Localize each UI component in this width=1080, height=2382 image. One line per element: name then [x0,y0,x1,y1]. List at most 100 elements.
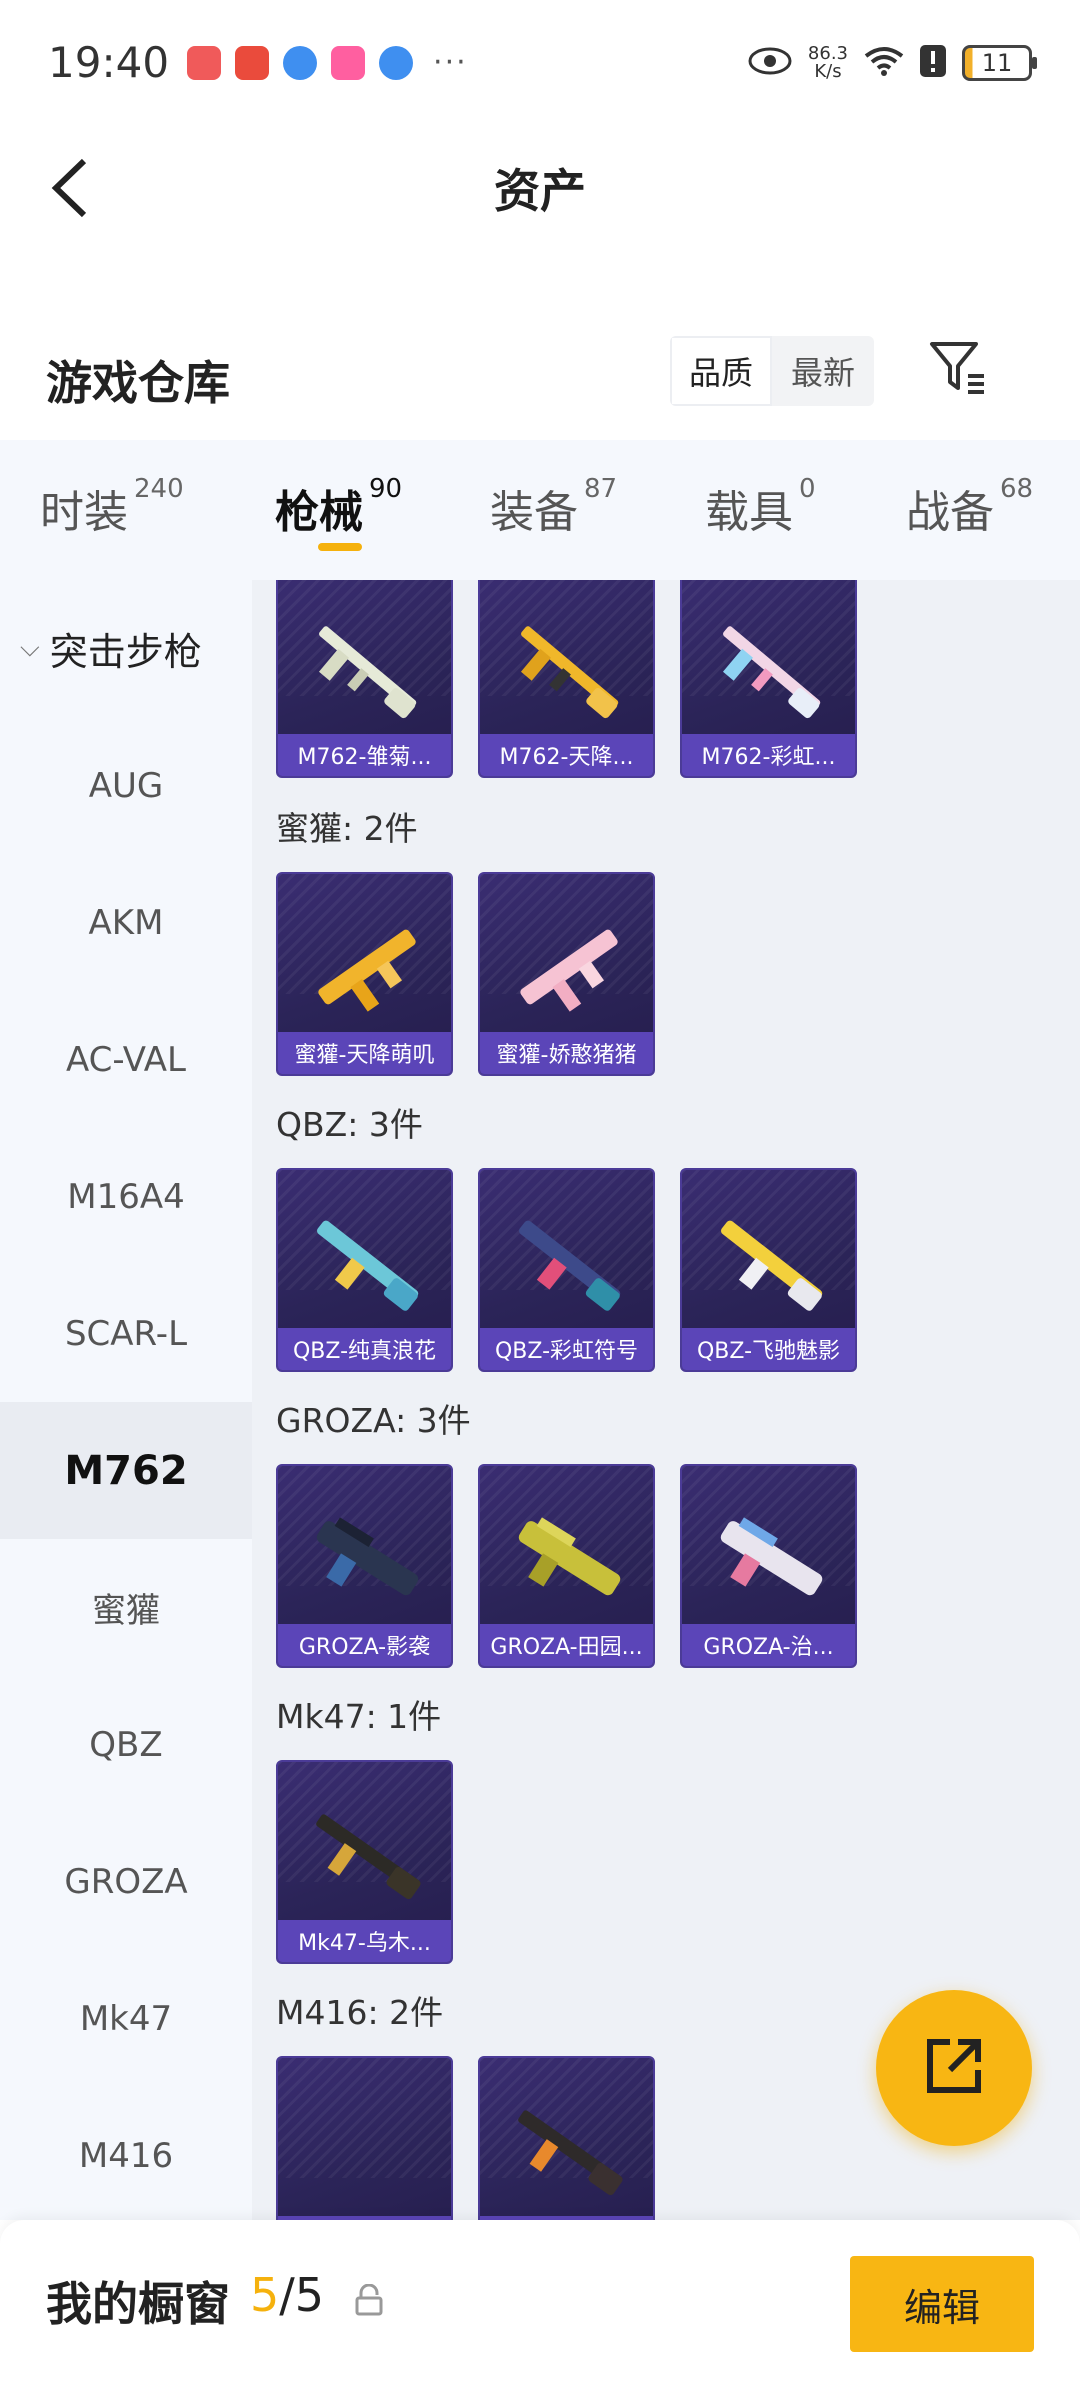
sidebar-item-honey-badger[interactable]: 蜜獾 [0,1539,252,1676]
weapon-card[interactable]: 蜜獾-娇憨猪猪 [478,872,655,1076]
edit-button[interactable]: 编辑 [850,2256,1034,2352]
sidebar-item-aug[interactable]: AUG [0,717,252,854]
browser-notification-icon [283,45,318,80]
tab-label: 载具 [705,487,793,538]
tab-firearms[interactable]: 枪械 90 [275,474,403,540]
showcase-count: 5/5 [250,2268,324,2322]
weapon-card[interactable]: QBZ-纯真浪花 [276,1168,453,1372]
showcase-current: 5 [250,2268,280,2322]
weapon-card-label: 蜜獾-天降萌叽 [278,1032,451,1074]
app-notification-icon [187,45,222,80]
warehouse-title: 游戏仓库 [46,356,230,410]
external-link-icon [922,2034,986,2102]
rifle-icon [721,1220,823,1311]
weapon-card-label: QBZ-纯真浪花 [278,1328,451,1370]
network-speed-unit: K/s [814,60,842,82]
page-title: 资产 [494,163,586,218]
sidebar-group-assault-rifles[interactable]: ⌵ 突击步枪 [0,580,252,717]
weapon-card[interactable]: QBZ-彩虹符号 [478,1168,655,1372]
app-notification-icon [235,45,270,80]
tab-count: 87 [584,474,618,504]
share-button[interactable] [876,1990,1032,2146]
weapon-card[interactable] [276,2056,453,2220]
category-tabs: 时装 240 枪械 90 装备 87 载具 0 战备 68 [0,440,1080,580]
status-bar: 19:40 ··· 86.3 K/s 11 [0,0,1080,125]
app-notification-icon [331,45,366,80]
sidebar-group-label: 突击步枪 [49,630,202,674]
weapon-card-label: QBZ-彩虹符号 [480,1328,653,1370]
browser-notification-icon [379,45,414,80]
weapon-card[interactable]: GROZA-影袭 [276,1464,453,1668]
sidebar-item-qbz[interactable]: QBZ [0,1676,252,1813]
chevron-down-icon: ⌵ [20,633,40,663]
weapon-card-label: Mk47-乌木... [278,1920,451,1962]
rifle-icon [316,1814,421,1900]
showcase-title: 我的橱窗 [46,2277,230,2331]
tab-fashion[interactable]: 时装 240 [40,474,184,540]
alert-icon [920,44,946,81]
nav-bar: 资产 [0,125,1080,250]
weapon-card-label: GROZA-影袭 [278,1624,451,1666]
group-title: 蜜獾: 2件 [276,809,418,848]
active-tab-indicator [318,543,362,551]
tab-vehicles[interactable]: 载具 0 [705,474,816,540]
tab-count: 90 [369,474,403,504]
weapon-card-label: QBZ-飞驰魅影 [682,1328,855,1370]
rifle-icon [519,1220,621,1311]
weapon-card[interactable]: Mk47-乌木... [276,1760,453,1964]
tab-count: 0 [799,474,816,504]
weapon-card[interactable]: M762-雏菊... [276,580,453,778]
sort-newest-button[interactable]: 最新 [772,336,874,406]
tab-label: 战备 [906,487,994,538]
sort-toggle: 品质 最新 [670,336,874,406]
filter-icon [928,340,988,400]
sidebar-item-ac-val[interactable]: AC-VAL [0,991,252,1128]
warehouse-header: 游戏仓库 品质 最新 [0,320,1080,440]
tab-label: 枪械 [275,487,363,538]
rifle-icon [317,1220,419,1311]
group-title: QBZ: 3件 [276,1105,423,1144]
sidebar-item-m16a4[interactable]: M16A4 [0,1128,252,1265]
sidebar-item-scar-l[interactable]: SCAR-L [0,1265,252,1402]
sidebar-item-akm[interactable]: AKM [0,854,252,991]
tab-count: 240 [134,474,184,504]
group-title: Mk47: 1件 [276,1697,442,1736]
rifle-icon [520,929,618,1012]
sidebar-item-mk47[interactable]: Mk47 [0,1950,252,2087]
notification-icons: ··· [187,45,468,80]
rifle-icon [318,929,416,1012]
rifle-icon [518,2110,623,2196]
rifle-icon [518,1517,621,1596]
weapon-card-label: M762-彩虹... [682,734,855,776]
weapon-card[interactable]: QBZ-飞驰魅影 [680,1168,857,1372]
battery-icon: 11 [962,44,1037,81]
sidebar-item-m762[interactable]: M762 [0,1402,252,1539]
status-time: 19:40 [48,38,170,87]
rifle-icon [520,626,619,719]
weapon-card[interactable]: M762-天降... [478,580,655,778]
tab-count: 68 [1000,474,1034,504]
tab-equipment[interactable]: 装备 87 [490,474,618,540]
back-button[interactable] [40,155,100,225]
sort-quality-button[interactable]: 品质 [670,336,772,406]
rifle-icon [720,1517,823,1596]
group-title: M416: 2件 [276,1993,444,2032]
wifi-icon [864,46,904,80]
sidebar-item-groza[interactable]: GROZA [0,1813,252,1950]
tab-label: 时装 [40,487,128,538]
network-speed: 86.3 K/s [808,44,848,82]
weapon-card-label: M762-天降... [480,734,653,776]
sidebar-item-m416[interactable]: M416 [0,2087,252,2224]
rifle-icon [316,1517,419,1596]
weapon-card[interactable]: 蜜獾-天降萌叽 [276,872,453,1076]
weapon-card[interactable] [478,2056,655,2220]
weapon-grid: M762-雏菊... M762-天降... M762-彩虹... 蜜獾: 2件 … [252,580,1080,2220]
showcase-total: /5 [279,2268,325,2322]
eye-icon [748,46,792,80]
rifle-icon [318,626,417,719]
tab-supplies[interactable]: 战备 68 [906,474,1034,540]
filter-button[interactable] [922,334,994,406]
weapon-card[interactable]: M762-彩虹... [680,580,857,778]
weapon-card[interactable]: GROZA-治... [680,1464,857,1668]
weapon-card[interactable]: GROZA-田园... [478,1464,655,1668]
